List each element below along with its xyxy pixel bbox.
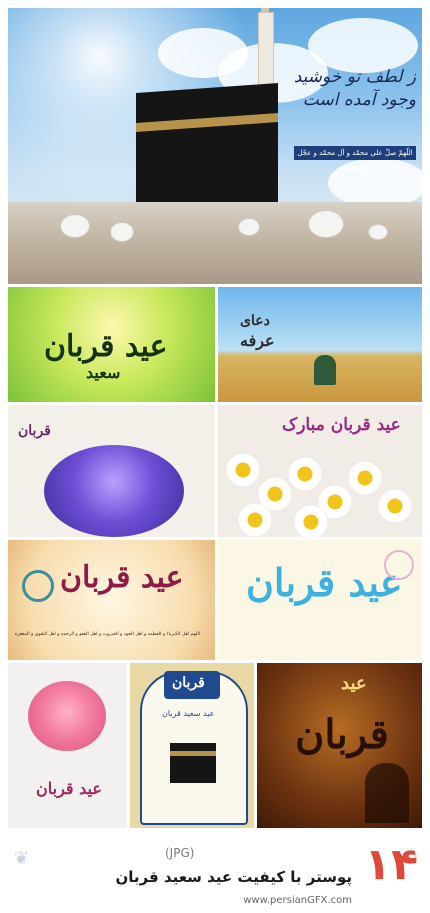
tile-calligraphy: عید قربان مبارک: [282, 415, 401, 435]
tile-calligraphy: قربان: [18, 423, 51, 439]
site-url[interactable]: www.persianGFX.com: [243, 895, 352, 906]
poster-tile-9[interactable]: عید قربان: [257, 663, 422, 828]
pilgrim-crowd: [8, 202, 422, 284]
footer: ❦ (JPG) ۱۴ پوستر با کیفیت عید سعید قربان…: [0, 832, 430, 913]
daisy-flower: [288, 457, 322, 491]
pilgrim-cap: [60, 214, 90, 238]
hero-kaaba-poster[interactable]: ز لطف تو خوشید وجود آمده است اللّهمّ صلّ…: [8, 8, 422, 284]
daisy-flower: [348, 461, 382, 495]
pilgrim-cap: [110, 222, 134, 242]
pilgrim-cap: [368, 224, 388, 240]
tile-subtitle: اللهم اهل الکبریاء و العظمه و اهل الجود …: [14, 632, 200, 637]
pilgrim-cap: [238, 218, 260, 236]
kaaba-gold-band: [170, 751, 216, 756]
tile-calligraphy: عید قربان: [36, 779, 102, 798]
poster-tile-6[interactable]: عید قربان: [218, 540, 422, 660]
kaaba: [170, 743, 216, 783]
tile-subtitle: دعای: [240, 313, 270, 329]
tile-calligraphy: عید قربان: [44, 329, 168, 364]
hero-calligraphy: ز لطف تو خوشید وجود آمده است: [293, 67, 416, 110]
poster-tile-5[interactable]: عید قربان اللهم اهل الکبریاء و العظمه و …: [8, 540, 215, 660]
poster-tile-7[interactable]: عید قربان: [8, 663, 127, 828]
tile-subtitle: عید سعید قربان: [162, 709, 215, 718]
cloud: [328, 158, 422, 208]
poster-tile-3[interactable]: قربان: [8, 405, 215, 537]
tile-subtitle: عید: [341, 673, 367, 694]
tile-calligraphy: عید قربان: [60, 560, 184, 595]
watermark-logo-icon: ❦: [14, 848, 30, 869]
poster-count: ۱۴: [364, 839, 418, 890]
page-title: پوستر با کیفیت عید سعید قربان: [115, 868, 352, 886]
poster-tile-1[interactable]: عید قربان سعید: [8, 287, 215, 402]
tile-calligraphy: عرفه: [240, 331, 275, 350]
tile-calligraphy: قربان: [172, 675, 205, 691]
tile-subtitle: سعید: [86, 363, 121, 382]
poster-tile-2[interactable]: دعای عرفه: [218, 287, 422, 402]
ornament-circle: [384, 550, 414, 580]
tile-calligraphy: عید قربان: [246, 560, 403, 605]
kaaba: [136, 83, 278, 215]
pilgrim-cap: [308, 210, 344, 238]
daisy-flower: [238, 503, 272, 537]
iris-bouquet: [44, 445, 184, 537]
tile-calligraphy: قربان: [295, 711, 389, 758]
cloud: [308, 18, 418, 73]
hero-ribbon: اللّهمّ صلّ علی محمّد و آل محمّد و عجّل …: [294, 146, 416, 171]
daisy-flower: [378, 489, 412, 523]
daisy-flower: [226, 453, 260, 487]
praying-figure: [314, 355, 336, 385]
poster-tile-8[interactable]: قربان عید سعید قربان: [130, 663, 254, 828]
daisy-flower: [294, 505, 328, 537]
ornament-circle: [22, 570, 54, 602]
mosque-silhouette: [365, 763, 409, 823]
poster-tile-4[interactable]: عید قربان مبارک: [218, 405, 422, 537]
kaaba-gold-band: [136, 113, 278, 132]
format-label: (JPG): [165, 846, 195, 860]
rose-bouquet: [28, 681, 106, 751]
